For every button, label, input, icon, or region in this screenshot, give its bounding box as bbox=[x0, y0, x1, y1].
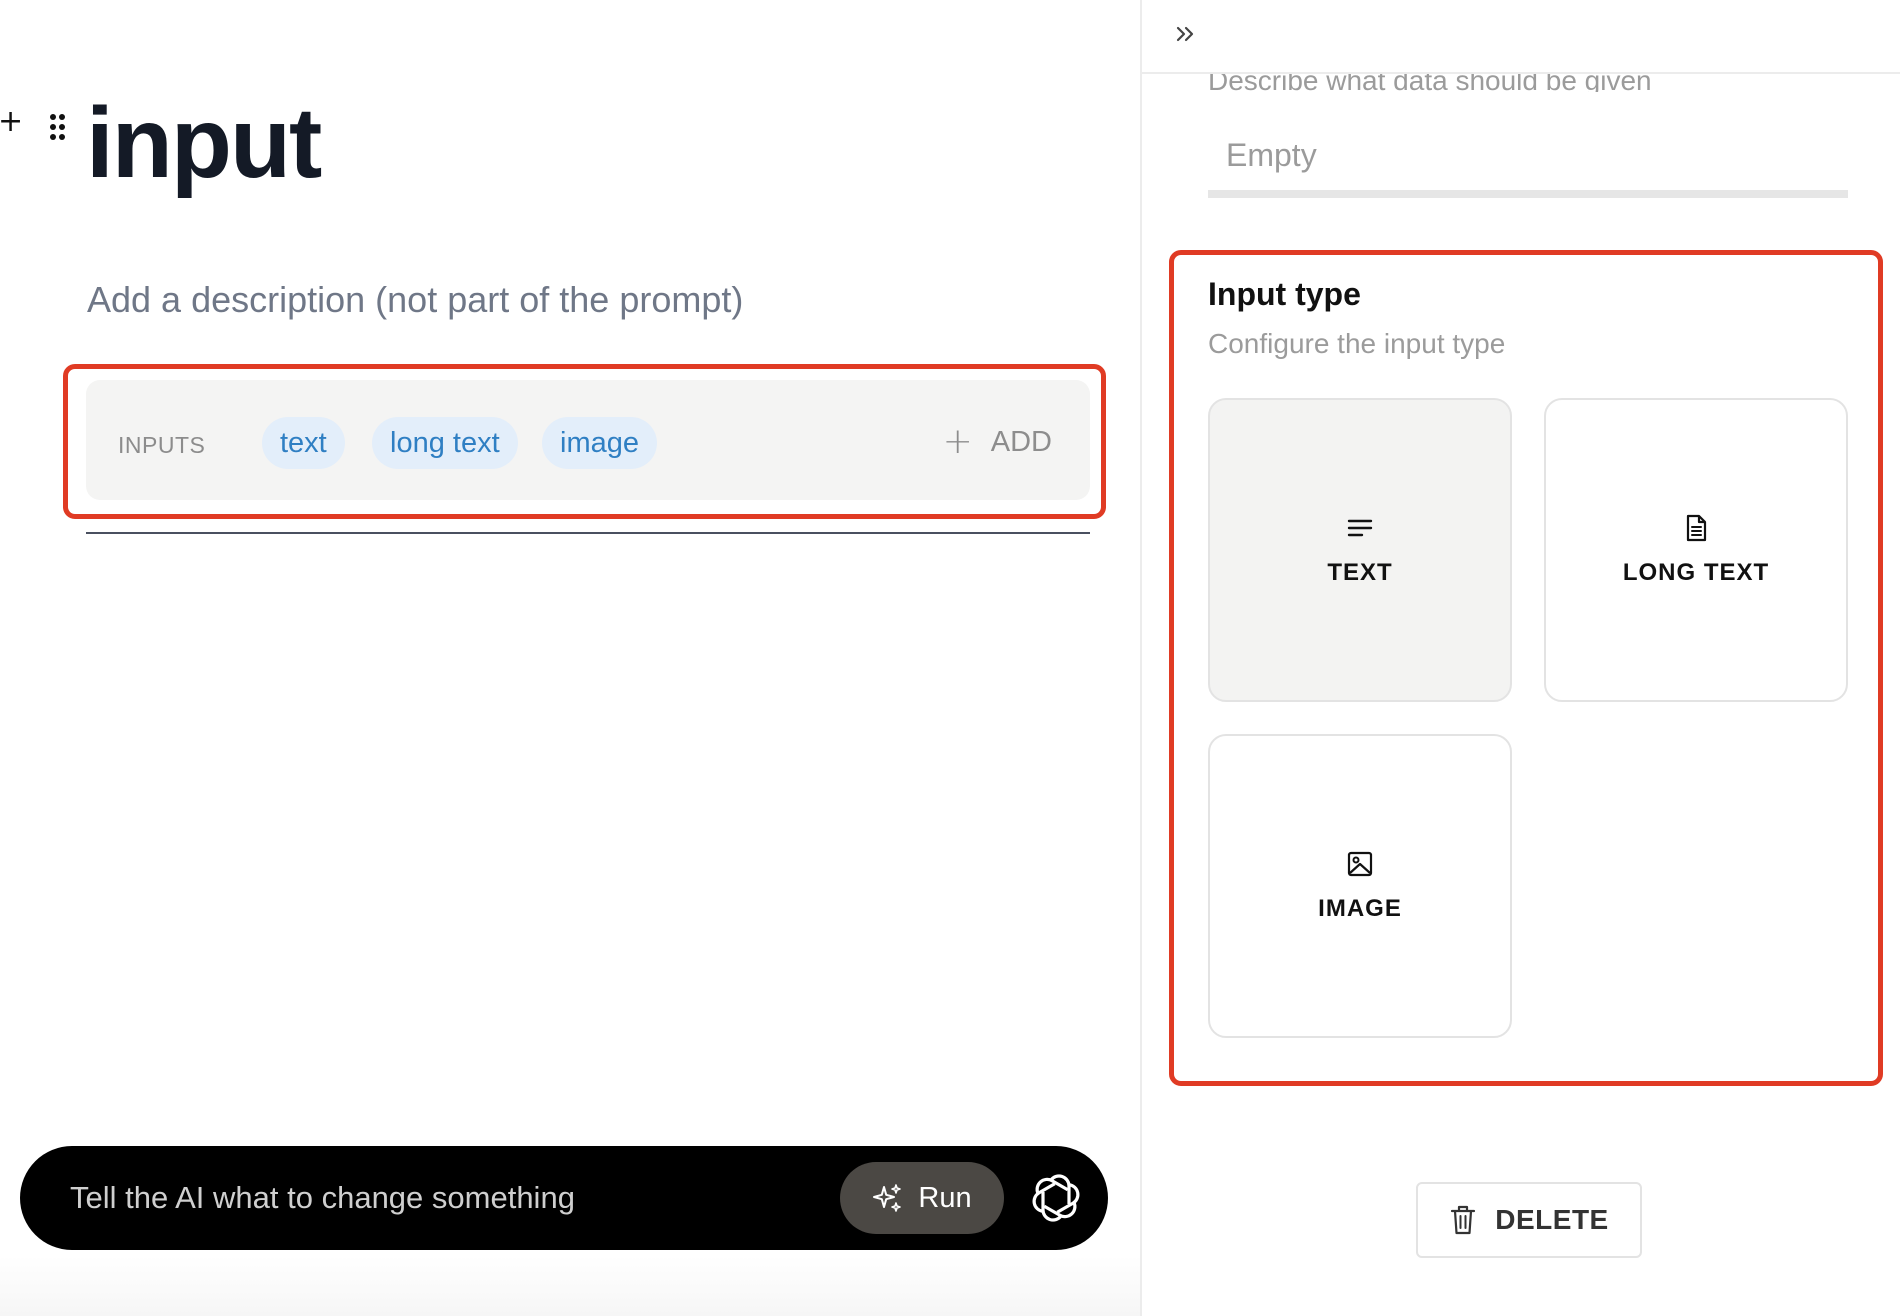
properties-panel: Describe what data should be given Input… bbox=[1140, 0, 1900, 1316]
field-description-input[interactable] bbox=[1208, 120, 1848, 198]
ai-prompt-input[interactable] bbox=[68, 1176, 828, 1220]
collapse-panel-icon[interactable] bbox=[1172, 20, 1200, 48]
delete-label: DELETE bbox=[1495, 1204, 1609, 1235]
page-title[interactable]: input bbox=[86, 88, 322, 198]
run-button[interactable]: Run bbox=[840, 1162, 1004, 1234]
editor-area: + input Add a description (not part of t… bbox=[0, 0, 1140, 1316]
run-label: Run bbox=[918, 1181, 972, 1214]
editor-divider bbox=[86, 532, 1090, 534]
highlight-box-inputs bbox=[63, 364, 1106, 519]
delete-button[interactable]: DELETE bbox=[1416, 1182, 1642, 1258]
openai-logo-icon[interactable] bbox=[1026, 1168, 1086, 1228]
panel-header bbox=[1142, 0, 1900, 74]
add-block-plus-icon[interactable]: + bbox=[0, 107, 23, 137]
trash-icon bbox=[1451, 1205, 1476, 1235]
ai-command-bar: Run bbox=[20, 1146, 1108, 1250]
sparkles-icon bbox=[873, 1184, 902, 1212]
editor-bottom-fade bbox=[0, 1256, 1140, 1316]
drag-handle-icon[interactable] bbox=[50, 114, 66, 144]
description-field[interactable]: Add a description (not part of the promp… bbox=[87, 278, 743, 322]
highlight-box-input-type bbox=[1169, 250, 1883, 1086]
